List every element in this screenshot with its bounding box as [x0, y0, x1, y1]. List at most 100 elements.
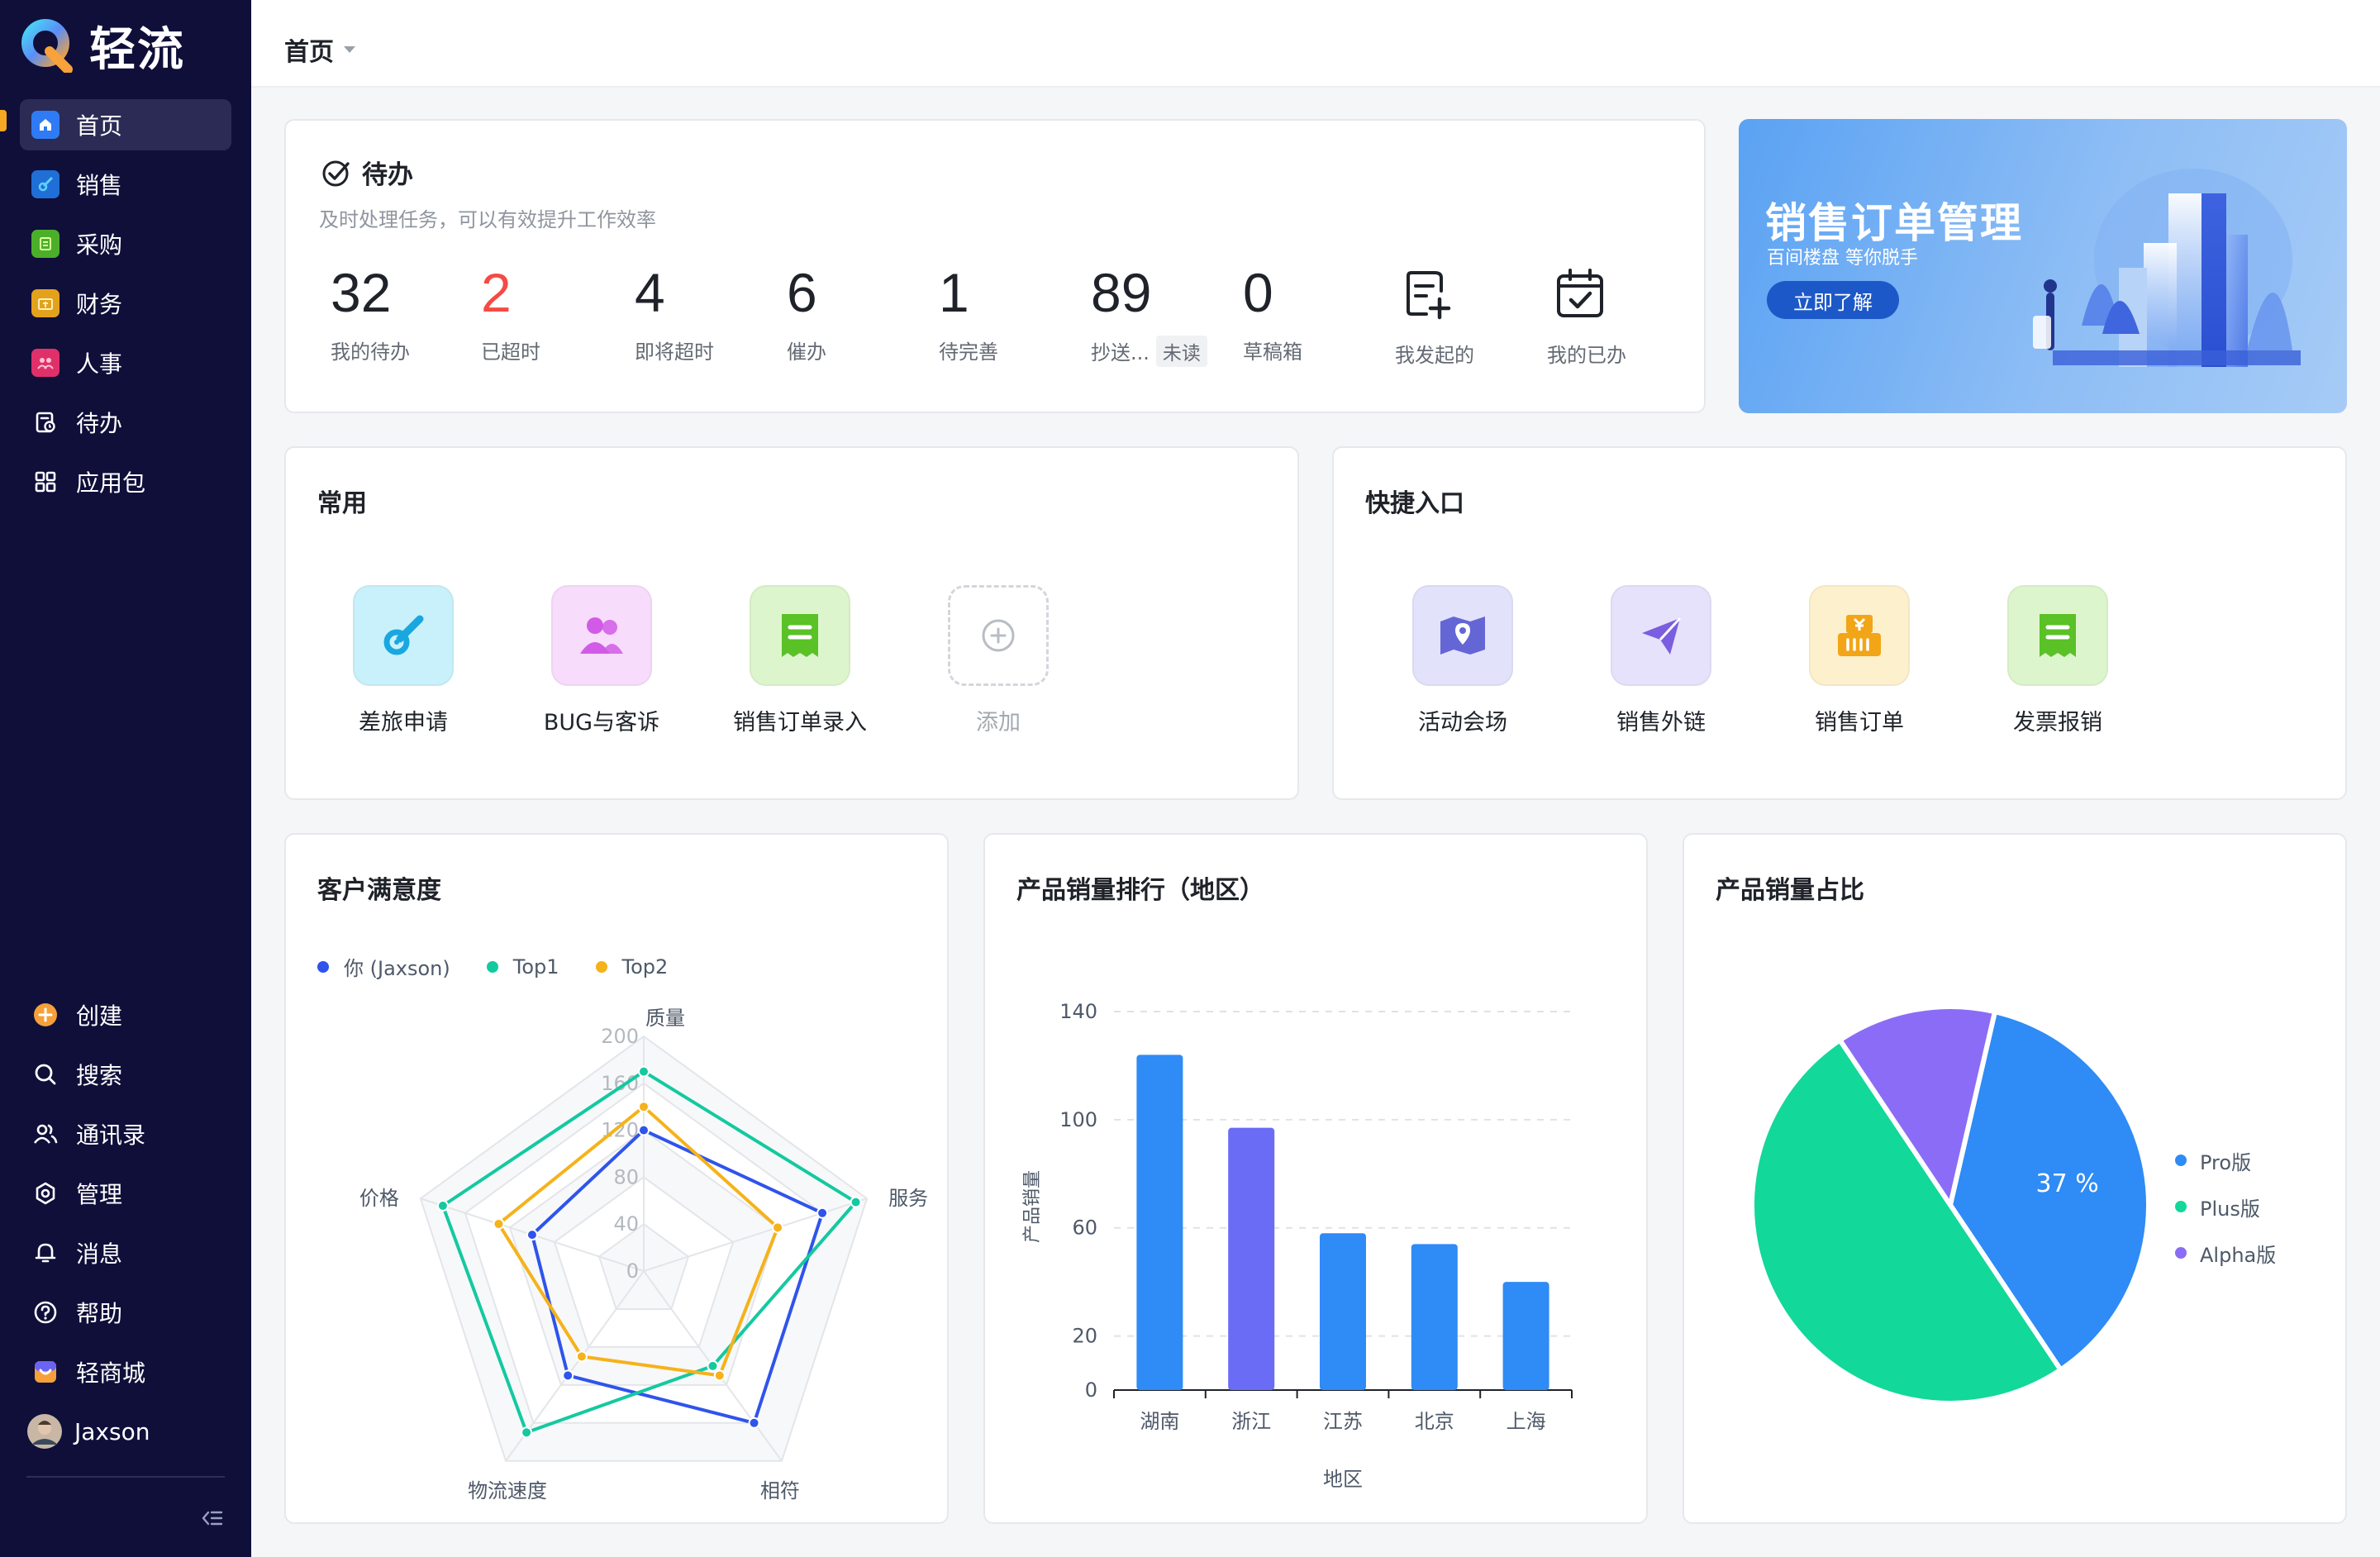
chevron-down-icon — [344, 46, 355, 53]
contacts-icon — [31, 1120, 60, 1148]
legend-item[interactable]: Pro版 — [2175, 1137, 2276, 1183]
sidebar-item-create[interactable]: 创建 — [20, 989, 231, 1040]
app-shortcut-people[interactable]: BUG与客诉 — [519, 585, 684, 736]
page-title-dropdown[interactable]: 首页 — [284, 31, 355, 68]
sidebar-item-store[interactable]: 轻商城 — [20, 1346, 231, 1397]
radar-point[interactable] — [816, 1207, 829, 1219]
promo-banner[interactable]: 销售订单管理 百间楼盘 等你脱手 立即了解 — [1739, 119, 2347, 413]
sidebar-item-sales[interactable]: 销售 — [20, 159, 231, 210]
app-shortcut-add[interactable]: 添加 — [916, 585, 1081, 736]
radar-point[interactable] — [526, 1229, 538, 1241]
sidebar-item-label: 创建 — [76, 1002, 123, 1030]
legend-item[interactable]: Alpha版 — [2175, 1230, 2276, 1276]
radar-tick-label: 0 — [626, 1259, 639, 1283]
app-shortcut-yen-register[interactable]: 销售订单 — [1777, 585, 1942, 736]
sidebar-item-finance[interactable]: 财务 — [20, 278, 231, 329]
sidebar-item-label: 搜索 — [76, 1062, 123, 1089]
legend-item[interactable]: Plus版 — [2175, 1183, 2276, 1230]
stat-value: 4 — [635, 262, 665, 323]
sidebar-item-avatar[interactable]: Jaxson — [20, 1406, 231, 1457]
sidebar-item-home[interactable]: 首页 — [20, 99, 231, 150]
todo-icon — [31, 408, 60, 436]
bar[interactable] — [1411, 1244, 1458, 1390]
stat-due-soon[interactable]: 4 即将超时 — [635, 261, 714, 364]
sidebar-item-label: 采购 — [76, 231, 123, 259]
radar-point[interactable] — [850, 1196, 862, 1208]
app-label: 活动会场 — [1418, 710, 1507, 736]
add-icon — [948, 585, 1049, 686]
app-package-icon — [31, 468, 60, 496]
radar-point[interactable] — [436, 1200, 449, 1212]
stat-label: 即将超时 — [635, 340, 714, 364]
radar-point[interactable] — [707, 1359, 719, 1372]
radar-point[interactable] — [493, 1217, 505, 1230]
stat-my-todo[interactable]: 32 我的待办 — [331, 261, 410, 364]
learn-more-button[interactable]: 立即了解 — [1767, 281, 1899, 319]
sidebar-item-todo[interactable]: 待办 — [20, 397, 231, 448]
card-title: 客户满意度 — [317, 876, 441, 905]
bar[interactable] — [1320, 1233, 1366, 1390]
bar-category-label: 浙江 — [1231, 1410, 1271, 1433]
radar-tick-label: 200 — [601, 1025, 639, 1048]
stat-label: 抄送... — [1091, 341, 1150, 364]
bar[interactable] — [1502, 1282, 1549, 1390]
sidebar-item-contacts[interactable]: 通讯录 — [20, 1108, 231, 1159]
collapse-sidebar-button[interactable] — [198, 1504, 226, 1532]
logo-mark-icon — [21, 19, 73, 73]
sidebar-item-purchase[interactable]: 采购 — [20, 218, 231, 269]
settings-icon — [31, 1179, 60, 1207]
radar-point[interactable] — [638, 1065, 650, 1078]
app-label: BUG与客诉 — [543, 710, 660, 736]
home-icon — [31, 111, 60, 139]
my-initiated-shortcut[interactable]: 我发起的 — [1395, 266, 1474, 368]
create-icon — [31, 1001, 60, 1029]
stat-cc[interactable]: 89 抄送... 未读 — [1091, 261, 1207, 367]
sidebar-item-bell[interactable]: 消息 — [20, 1227, 231, 1278]
app-logo[interactable]: 轻流 — [21, 15, 185, 77]
radar-point[interactable] — [748, 1417, 760, 1429]
app-label: 添加 — [976, 710, 1021, 736]
app-shortcut-travel[interactable]: 差旅申请 — [321, 585, 486, 736]
sidebar-item-help[interactable]: 帮助 — [20, 1287, 231, 1338]
radar-point[interactable] — [575, 1350, 588, 1363]
todo-header: 待办 — [321, 154, 413, 191]
sidebar-item-settings[interactable]: 管理 — [20, 1168, 231, 1219]
store-icon — [31, 1358, 60, 1386]
bar[interactable] — [1228, 1127, 1275, 1390]
sidebar-item-hr[interactable]: 人事 — [20, 337, 231, 388]
radar-point[interactable] — [638, 1101, 650, 1113]
radar-tick-label: 40 — [613, 1212, 639, 1236]
bar[interactable] — [1136, 1055, 1183, 1390]
radar-point[interactable] — [772, 1221, 784, 1234]
app-shortcut-invoice[interactable]: 发票报销 — [1975, 585, 2140, 736]
help-icon — [31, 1298, 60, 1326]
legend-dot — [595, 960, 607, 973]
radar-point[interactable] — [521, 1426, 533, 1439]
legend-label: Pro版 — [2200, 1150, 2252, 1174]
stat-to-complete[interactable]: 1 待完善 — [939, 261, 998, 364]
radar-point[interactable] — [713, 1369, 726, 1382]
done-calendar-icon — [1557, 269, 1603, 317]
radar-point[interactable] — [562, 1369, 574, 1382]
app-shortcut-paper-plane[interactable]: 销售外链 — [1578, 585, 1744, 736]
avatar — [26, 1413, 63, 1450]
purchase-icon — [31, 230, 60, 258]
ranking-card: 产品销量排行（地区） 140 100 60 20 0 湖南 浙江 江苏 北京 上海 地区 产品销量 — [983, 833, 1648, 1524]
finance-icon — [31, 289, 60, 317]
radar-point[interactable] — [638, 1124, 650, 1136]
sidebar-item-label: 财务 — [76, 291, 123, 318]
stat-label: 我的待办 — [331, 340, 410, 364]
app-shortcut-receipt[interactable]: 销售订单录入 — [717, 585, 883, 736]
stat-label-row: 抄送... 未读 — [1091, 336, 1207, 367]
stat-drafts[interactable]: 0 草稿箱 — [1243, 261, 1302, 364]
pie-slice-label: 37 % — [2036, 1169, 2099, 1198]
bar-y-tick-label: 140 — [1059, 1000, 1097, 1023]
stat-value: 32 — [331, 262, 392, 323]
sidebar-item-app-package[interactable]: 应用包 — [20, 456, 231, 507]
stat-urged[interactable]: 6 催办 — [787, 261, 826, 364]
my-done-shortcut[interactable]: 我的已办 — [1547, 266, 1626, 368]
app-shortcut-map-pin[interactable]: 活动会场 — [1380, 585, 1545, 736]
stat-overdue[interactable]: 2 已超时 — [481, 261, 540, 364]
sidebar-item-search[interactable]: 搜索 — [20, 1049, 231, 1100]
radar-axis-label: 物流速度 — [468, 1479, 547, 1502]
